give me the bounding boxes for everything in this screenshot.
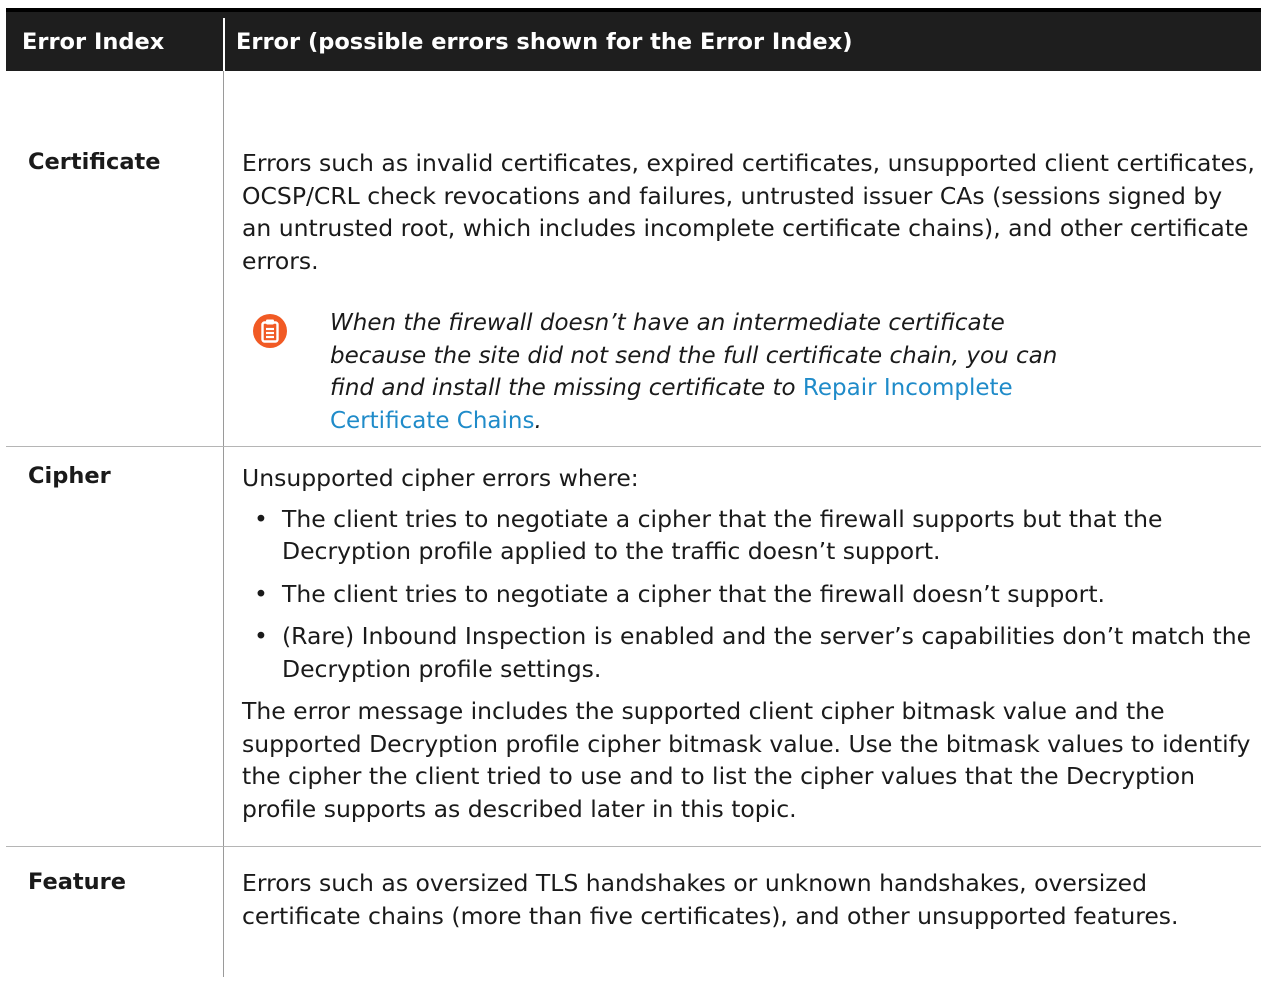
header-error-description: Error (possible errors shown for the Err… [236, 29, 853, 55]
cipher-bullet-list: • The client tries to negotiate a cipher … [242, 503, 1257, 686]
row-content-feature: Errors such as oversized TLS handshakes … [242, 867, 1257, 932]
row-label-certificate: Certificate [28, 149, 161, 175]
bullet-text: The client tries to negotiate a cipher t… [282, 504, 1163, 566]
list-item: • (Rare) Inbound Inspection is enabled an… [242, 620, 1257, 685]
table-row-certificate: Certificate Errors such as invalid certi… [6, 71, 1261, 447]
table-row-cipher: Cipher Unsupported cipher errors where: … [6, 447, 1261, 847]
error-index-table: Error Index Error (possible errors shown… [6, 8, 1261, 977]
list-item: • The client tries to negotiate a cipher … [242, 503, 1257, 568]
list-item: • The client tries to negotiate a cipher … [242, 578, 1257, 611]
note-period: . [534, 407, 542, 434]
note-box: When the firewall doesn’t have an interm… [242, 307, 1090, 437]
header-column-divider [223, 18, 225, 71]
row-label-cipher: Cipher [28, 463, 111, 489]
header-error-index: Error Index [22, 29, 165, 55]
bullet-text: The client tries to negotiate a cipher t… [282, 579, 1106, 608]
table-row-feature: Feature Errors such as oversized TLS han… [6, 847, 1261, 977]
cipher-closing: The error message includes the supported… [242, 697, 1251, 823]
feature-description: Errors such as oversized TLS handshakes … [242, 869, 1179, 930]
column-divider [223, 847, 224, 977]
column-divider [223, 71, 224, 446]
row-content-cipher: Unsupported cipher errors where: • The cl… [242, 462, 1257, 825]
bullet-text: (Rare) Inbound Inspection is enabled and… [282, 622, 1252, 683]
table-header: Error Index Error (possible errors shown… [6, 8, 1261, 71]
row-content-certificate: Errors such as invalid certificates, exp… [242, 147, 1257, 437]
certificate-description: Errors such as invalid certificates, exp… [242, 149, 1255, 275]
note-clipboard-icon [253, 314, 287, 348]
column-divider [223, 447, 224, 846]
row-label-feature: Feature [28, 869, 127, 895]
bullet-icon: • [254, 579, 268, 608]
bullet-icon: • [254, 504, 268, 533]
cipher-intro: Unsupported cipher errors where: [242, 464, 639, 492]
bullet-icon: • [254, 622, 268, 650]
